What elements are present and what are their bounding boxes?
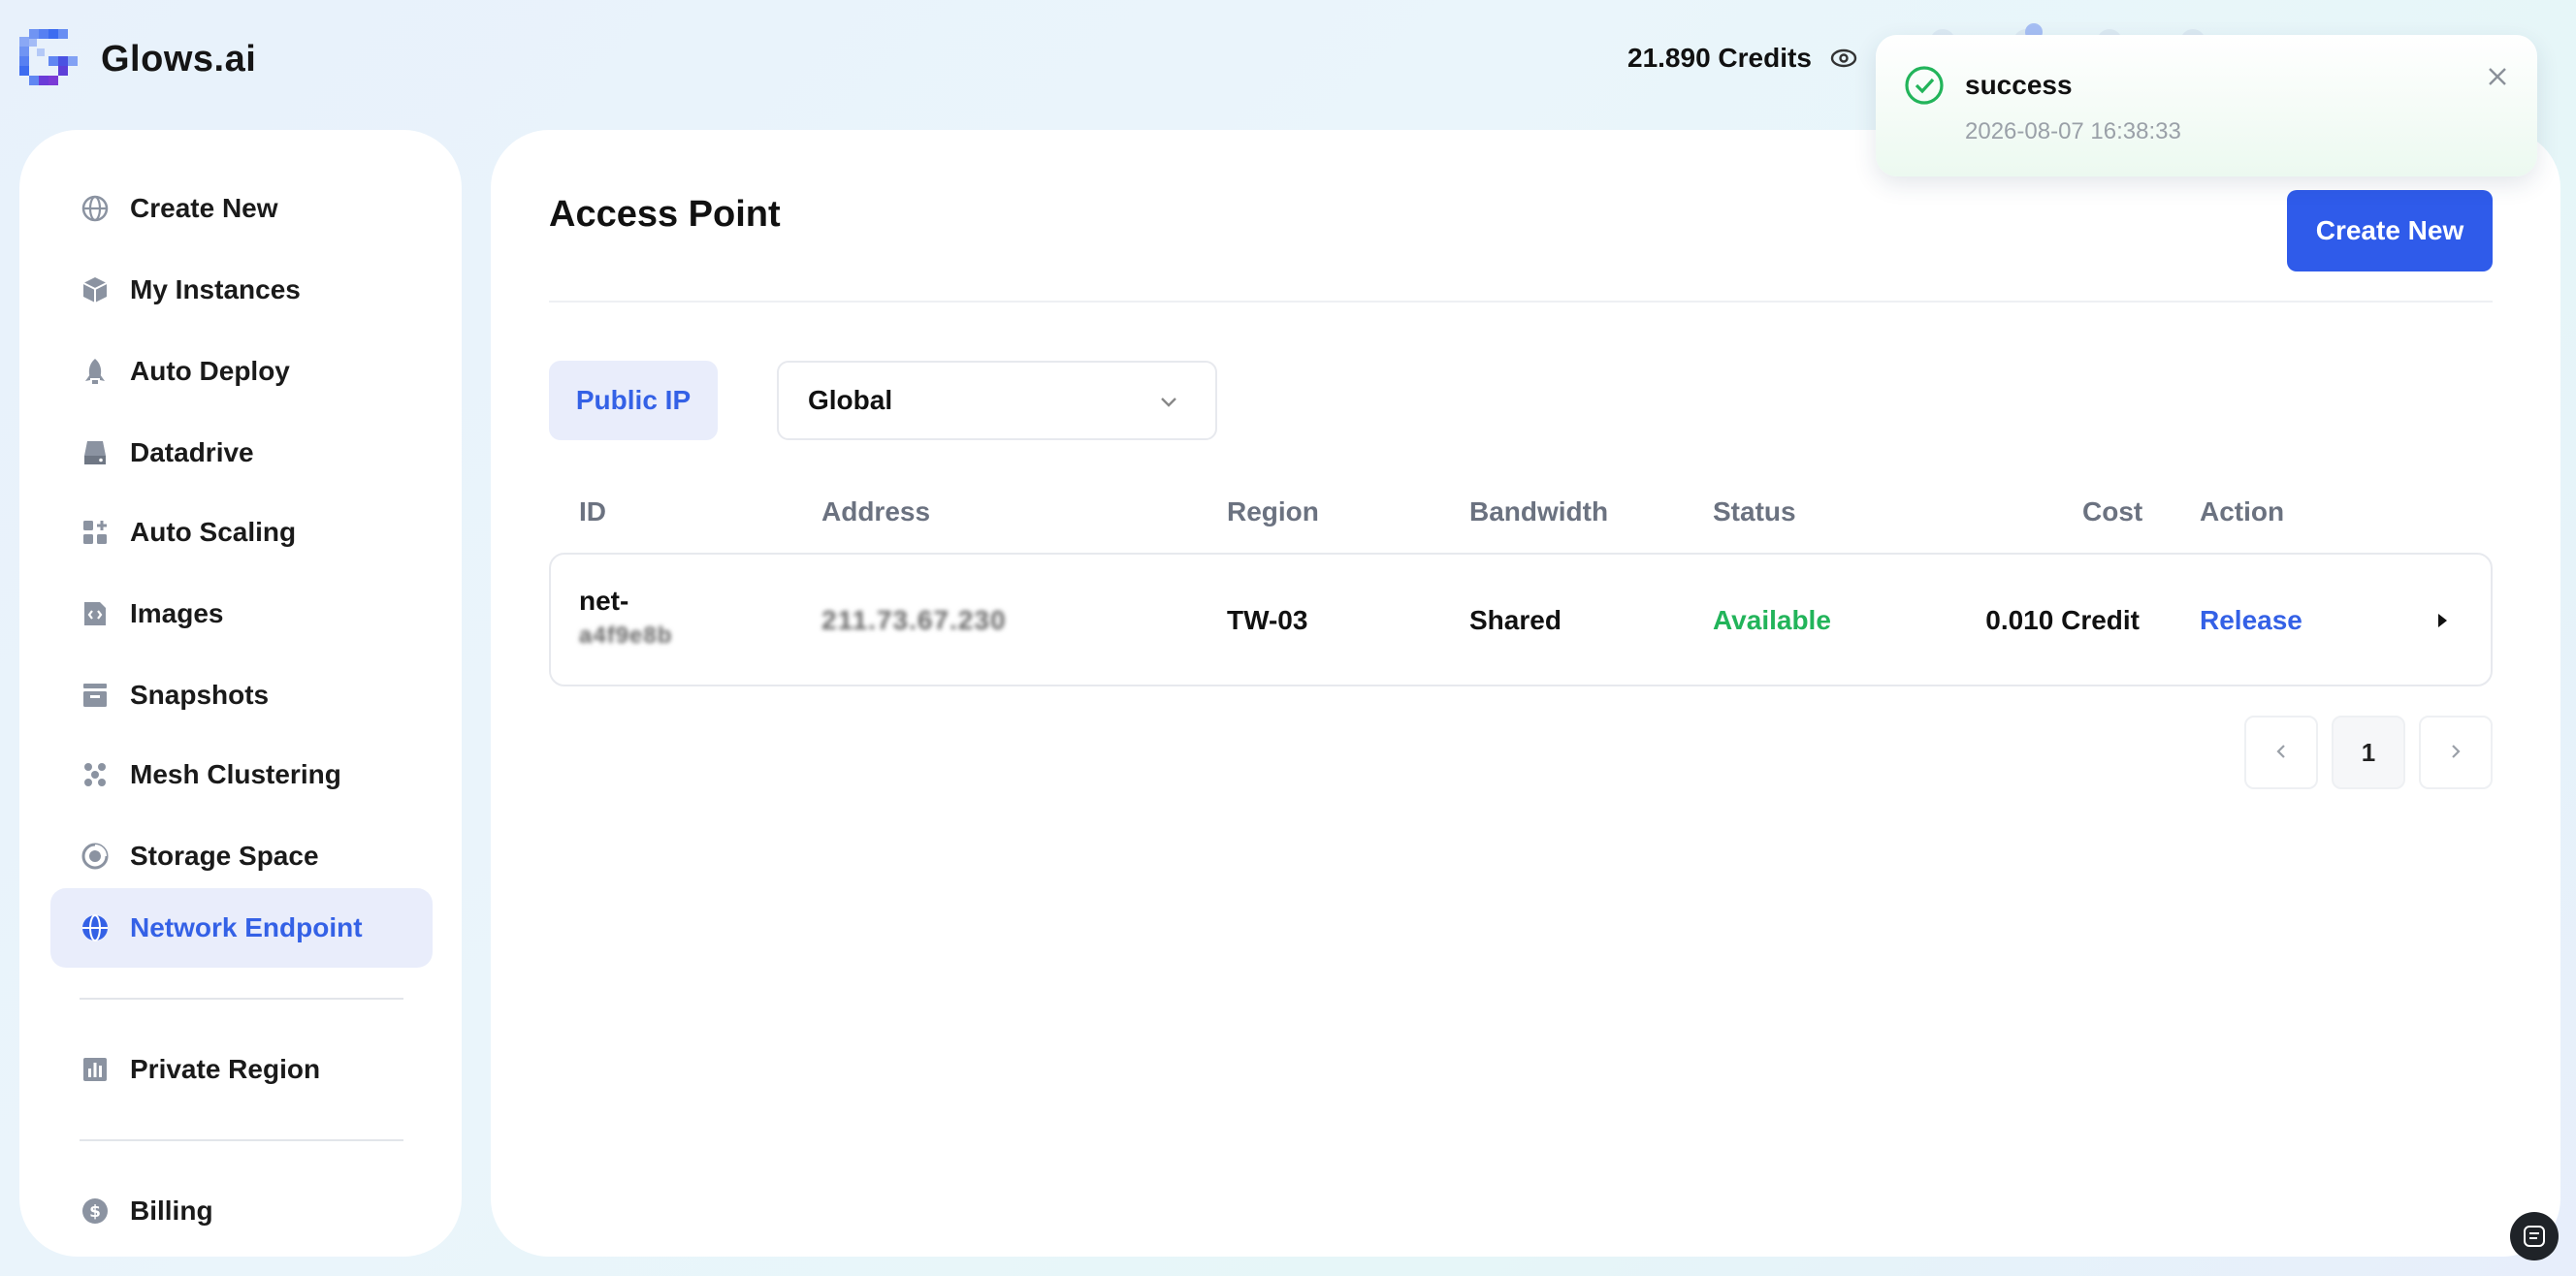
sidebar-item-label: Images: [130, 598, 224, 628]
column-header-action: Action: [2200, 496, 2285, 526]
toast-title: success: [1965, 70, 2073, 100]
screenshot-tool-icon[interactable]: [2510, 1212, 2559, 1260]
globe-icon: [80, 193, 111, 224]
sidebar-item-label: Datadrive: [130, 437, 254, 467]
column-header-status: Status: [1713, 496, 1796, 526]
column-header-region: Region: [1227, 496, 1319, 526]
archive-icon: [80, 680, 111, 711]
network-globe-icon: [80, 912, 111, 943]
column-header-address: Address: [821, 496, 931, 526]
sidebar-item-datadrive[interactable]: Datadrive: [50, 413, 433, 493]
sidebar-item-label: My Instances: [130, 274, 301, 304]
sidebar-item-snapshots[interactable]: Snapshots: [50, 655, 433, 735]
sidebar-item-auto-deploy[interactable]: Auto Deploy: [50, 332, 433, 411]
chevron-left-icon: [2271, 738, 2291, 768]
pagination-prev-button[interactable]: [2244, 716, 2318, 789]
image-code-icon: [80, 598, 111, 629]
cube-icon: [80, 274, 111, 305]
bar-chart-icon: [80, 1054, 111, 1085]
sidebar-item-billing[interactable]: $ Billing: [50, 1171, 433, 1251]
sidebar-divider: [80, 1139, 403, 1141]
sidebar-item-auto-scaling[interactable]: Auto Scaling: [50, 493, 433, 572]
sidebar-item-label: Auto Deploy: [130, 356, 290, 386]
sidebar-item-label: Network Endpoint: [130, 912, 363, 942]
sidebar-item-label: Billing: [130, 1196, 213, 1226]
release-link[interactable]: Release: [2200, 605, 2302, 636]
column-header-bandwidth: Bandwidth: [1469, 496, 1609, 526]
pagination-page[interactable]: 1: [2332, 716, 2405, 789]
check-circle-icon: [1903, 64, 1946, 107]
row-cost: 0.010 Credit: [1985, 605, 2140, 635]
caret-right-icon[interactable]: [2432, 609, 2452, 632]
rocket-icon: [80, 356, 111, 387]
row-region: TW-03: [1227, 605, 1308, 635]
sidebar-item-label: Auto Scaling: [130, 517, 297, 547]
column-header-id: ID: [579, 496, 606, 526]
credits-display: 21.890 Credits: [1627, 43, 1858, 74]
sidebar-item-create-new[interactable]: Create New: [50, 169, 433, 248]
row-id-prefix: net-: [579, 586, 629, 616]
credits-label: 21.890 Credits: [1627, 43, 1812, 73]
title-divider: [549, 301, 2493, 303]
sidebar-item-images[interactable]: Images: [50, 574, 433, 654]
main-panel: Access Point Create New Public IP Global…: [491, 130, 2560, 1257]
eye-icon[interactable]: [1829, 44, 1858, 73]
brand-logo[interactable]: Glows.ai: [19, 29, 256, 89]
region-select-value: Global: [808, 385, 893, 415]
column-header-cost: Cost: [2082, 496, 2143, 526]
dollar-coin-icon: $: [80, 1196, 111, 1227]
close-icon[interactable]: [2485, 64, 2510, 89]
sidebar-item-mesh-clustering[interactable]: Mesh Clustering: [50, 735, 433, 814]
sidebar-divider: [80, 998, 403, 1000]
row-id-suffix: a4f9e8b: [579, 622, 673, 649]
sidebar-item-label: Create New: [130, 193, 278, 223]
grid-plus-icon: [80, 517, 111, 548]
sidebar-item-label: Storage Space: [130, 841, 319, 871]
pagination-next-button[interactable]: [2419, 716, 2493, 789]
chevron-down-icon: [1157, 390, 1180, 413]
storage-icon: [80, 841, 111, 872]
create-new-button[interactable]: Create New: [2287, 190, 2493, 271]
brand-name: Glows.ai: [101, 38, 257, 80]
svg-text:$: $: [89, 1202, 101, 1222]
sidebar-item-label: Private Region: [130, 1054, 321, 1084]
row-address: 211.73.67.230: [821, 605, 1007, 635]
row-status-badge: Available: [1713, 605, 1831, 635]
sidebar-item-network-endpoint[interactable]: Network Endpoint: [50, 888, 433, 968]
tab-public-ip[interactable]: Public IP: [549, 361, 718, 440]
sidebar-item-label: Mesh Clustering: [130, 759, 341, 789]
row-bandwidth: Shared: [1469, 605, 1562, 635]
sidebar-item-my-instances[interactable]: My Instances: [50, 250, 433, 330]
drive-icon: [80, 437, 111, 468]
sidebar-item-storage-space[interactable]: Storage Space: [50, 816, 433, 896]
region-select[interactable]: Global: [777, 361, 1217, 440]
page-title: Access Point: [549, 194, 781, 235]
chevron-right-icon: [2446, 738, 2465, 768]
sidebar: Create New My Instances Auto Deploy Data…: [19, 130, 462, 1257]
sidebar-item-label: Snapshots: [130, 680, 270, 710]
toast-timestamp: 2026-08-07 16:38:33: [1965, 118, 2181, 144]
cluster-icon: [80, 759, 111, 790]
sidebar-item-private-region[interactable]: Private Region: [50, 1030, 433, 1109]
table-row[interactable]: net- a4f9e8b 211.73.67.230 TW-03 Shared …: [549, 553, 2493, 686]
glows-logo-icon: [19, 29, 80, 89]
success-toast: success 2026-08-07 16:38:33: [1876, 35, 2537, 176]
